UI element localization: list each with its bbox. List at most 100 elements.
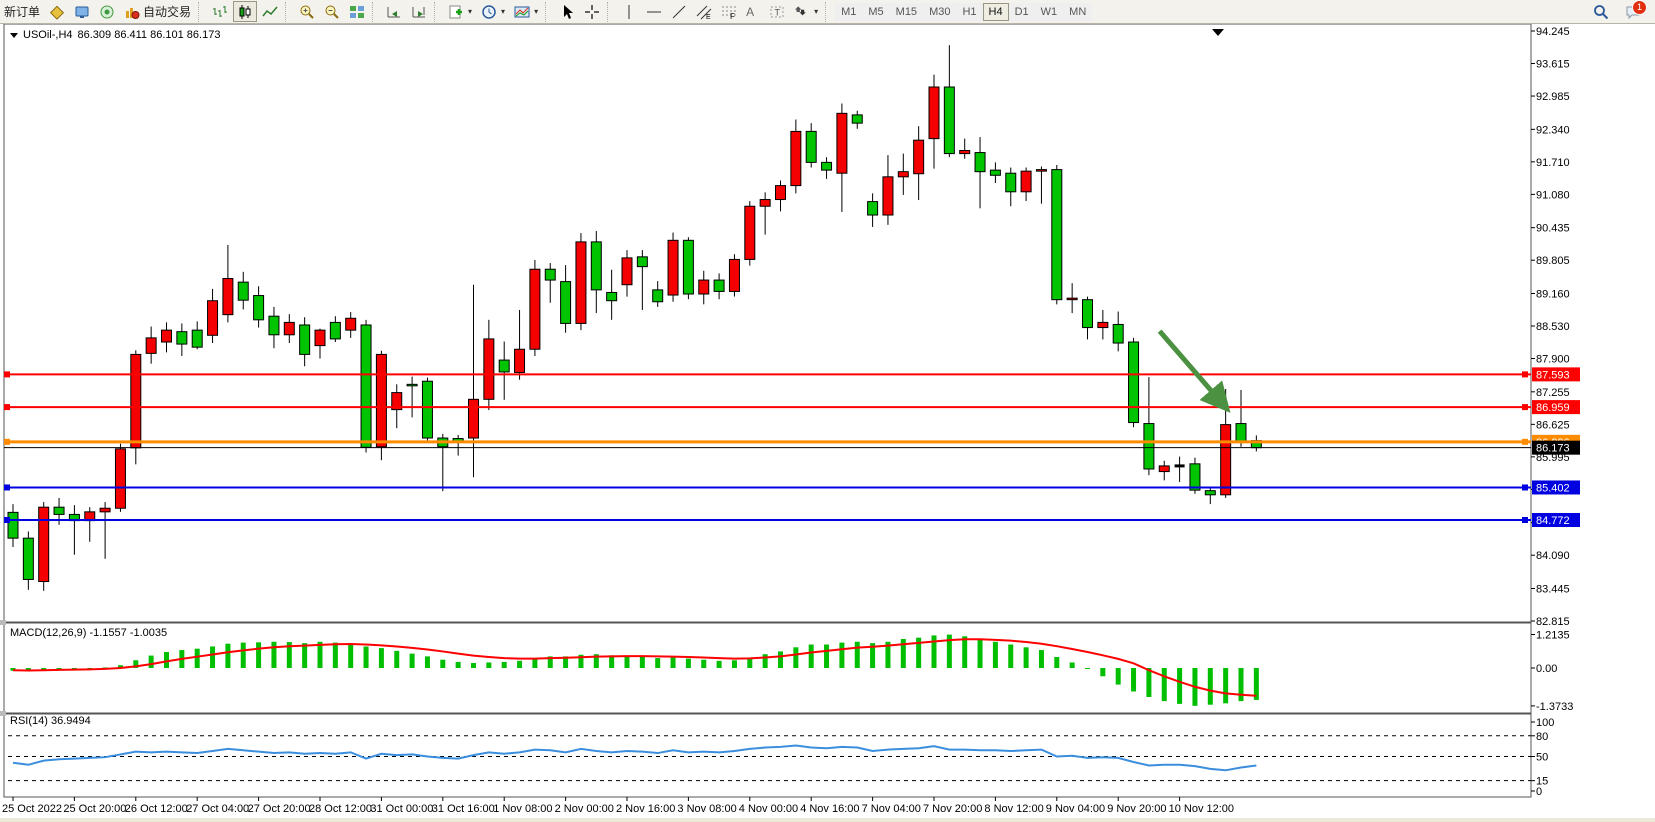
line-handle[interactable] (1522, 484, 1528, 490)
timeframe-mn[interactable]: MN (1063, 3, 1092, 21)
timeframe-h1[interactable]: H1 (956, 3, 982, 21)
line-handle[interactable] (4, 517, 10, 523)
timeframe-m1[interactable]: M1 (835, 3, 862, 21)
macd-histogram-bar (855, 642, 860, 668)
macd-histogram-bar (625, 656, 630, 668)
zoom-in-button[interactable] (295, 1, 319, 22)
fibonacci-tool-button[interactable]: F (717, 1, 741, 22)
timeframe-m30[interactable]: M30 (923, 3, 956, 21)
macd-histogram-bar (793, 647, 798, 668)
line-handle[interactable] (4, 484, 10, 490)
line-chart-type-button[interactable] (258, 1, 282, 22)
autotrade-button[interactable]: 自动交易 (120, 1, 195, 22)
crosshair-tool-button[interactable] (580, 1, 604, 22)
price-axis-label: 91.080 (1536, 189, 1570, 201)
market-watch-button[interactable] (70, 1, 94, 22)
signals-button[interactable] (95, 1, 119, 22)
horizontal-line-tool-button[interactable] (642, 1, 666, 22)
chart-shift-button[interactable] (407, 1, 431, 22)
time-axis-label: 3 Nov 08:00 (677, 803, 736, 815)
timeframe-w1[interactable]: W1 (1035, 3, 1064, 21)
macd-histogram-bar (993, 642, 998, 668)
macd-histogram-bar (302, 643, 307, 668)
line-handle[interactable] (4, 404, 10, 410)
cursor-tool-button[interactable] (555, 1, 579, 22)
time-axis-label: 2 Nov 00:00 (555, 803, 614, 815)
price-chart-canvas[interactable]: 94.24593.61592.98592.34091.71091.08090.4… (0, 24, 1655, 818)
price-tag-label: 84.772 (1536, 515, 1570, 527)
timeframe-d1[interactable]: D1 (1009, 3, 1035, 21)
tile-windows-button[interactable] (345, 1, 369, 22)
price-axis-label: 87.900 (1536, 354, 1570, 366)
macd-histogram-bar (1116, 668, 1121, 685)
macd-histogram-bar (763, 654, 768, 668)
timeframe-m5[interactable]: M5 (862, 3, 889, 21)
candle (776, 186, 786, 200)
fibonacci-icon: F (721, 4, 737, 20)
search-button[interactable] (1589, 1, 1613, 22)
macd-histogram-bar (1008, 645, 1013, 668)
chart-window: 94.24593.61592.98592.34091.71091.08090.4… (0, 24, 1655, 818)
time-axis-label: 31 Oct 00:00 (370, 803, 433, 815)
equidistant-channel-tool-button[interactable]: E (692, 1, 716, 22)
notifications-button[interactable]: 1 (1621, 1, 1645, 22)
line-handle[interactable] (4, 371, 10, 377)
candle (914, 140, 924, 174)
candle (591, 242, 601, 290)
rsi-indicator-label: RSI(14) 36.9494 (10, 715, 91, 727)
bar-chart-type-button[interactable] (208, 1, 232, 22)
candle (929, 87, 939, 139)
vertical-line-tool-button[interactable] (617, 1, 641, 22)
gold-tag-button[interactable] (45, 1, 69, 22)
candle (177, 332, 187, 344)
timeframe-h4[interactable]: H4 (983, 3, 1009, 21)
periods-button[interactable]: ▾ (477, 1, 509, 22)
candle (576, 242, 586, 324)
line-handle[interactable] (1522, 517, 1528, 523)
macd-histogram-bar (640, 656, 645, 668)
candle (868, 202, 878, 215)
macd-histogram-bar (195, 649, 200, 668)
macd-histogram-bar (486, 662, 491, 668)
macd-histogram-bar (686, 659, 691, 668)
macd-histogram-bar (502, 662, 507, 668)
templates-button[interactable]: ▾ (510, 1, 542, 22)
timeframe-group: M1M5M15M30H1H4D1W1MN (835, 2, 1092, 21)
panel-splitter[interactable] (0, 711, 6, 716)
macd-histogram-bar (1131, 668, 1136, 691)
line-handle[interactable] (4, 439, 10, 445)
macd-histogram-bar (271, 642, 276, 668)
time-axis-label: 27 Oct 20:00 (248, 803, 311, 815)
macd-histogram-bar (717, 661, 722, 668)
candle (883, 177, 893, 215)
candlestick-chart-type-button[interactable] (233, 1, 257, 22)
timeframe-m15[interactable]: M15 (890, 3, 923, 21)
text-label-tool-button[interactable]: T (765, 1, 789, 22)
trendline-tool-button[interactable] (667, 1, 691, 22)
line-handle[interactable] (1522, 404, 1528, 410)
trendline-icon (671, 4, 687, 20)
line-handle[interactable] (1522, 371, 1528, 377)
candle (1205, 491, 1215, 495)
candle (975, 153, 985, 172)
text-tool-button[interactable]: A (742, 1, 764, 22)
search-icon (1593, 4, 1609, 20)
macd-histogram-bar (410, 654, 415, 668)
price-axis-label: 89.160 (1536, 288, 1570, 300)
arrows-icon (794, 4, 810, 20)
symbol-dropdown-icon[interactable] (10, 33, 18, 38)
new-order-button[interactable]: 新订单 (0, 1, 44, 22)
time-axis-label: 31 Oct 16:00 (432, 803, 495, 815)
chart-forward-button[interactable] (382, 1, 406, 22)
zoom-out-button[interactable] (320, 1, 344, 22)
text-label-icon: T (769, 4, 785, 20)
separator (607, 2, 614, 22)
candle (284, 322, 294, 334)
indicators-button[interactable]: ▾ (444, 1, 476, 22)
arrows-tool-button[interactable]: ▾ (790, 1, 822, 22)
panel-splitter[interactable] (0, 620, 6, 625)
macd-histogram-bar (701, 660, 706, 668)
macd-indicator-label: MACD(12,26,9) -1.1557 -1.0035 (10, 627, 167, 639)
line-handle[interactable] (1522, 439, 1528, 445)
macd-histogram-bar (1239, 668, 1244, 701)
